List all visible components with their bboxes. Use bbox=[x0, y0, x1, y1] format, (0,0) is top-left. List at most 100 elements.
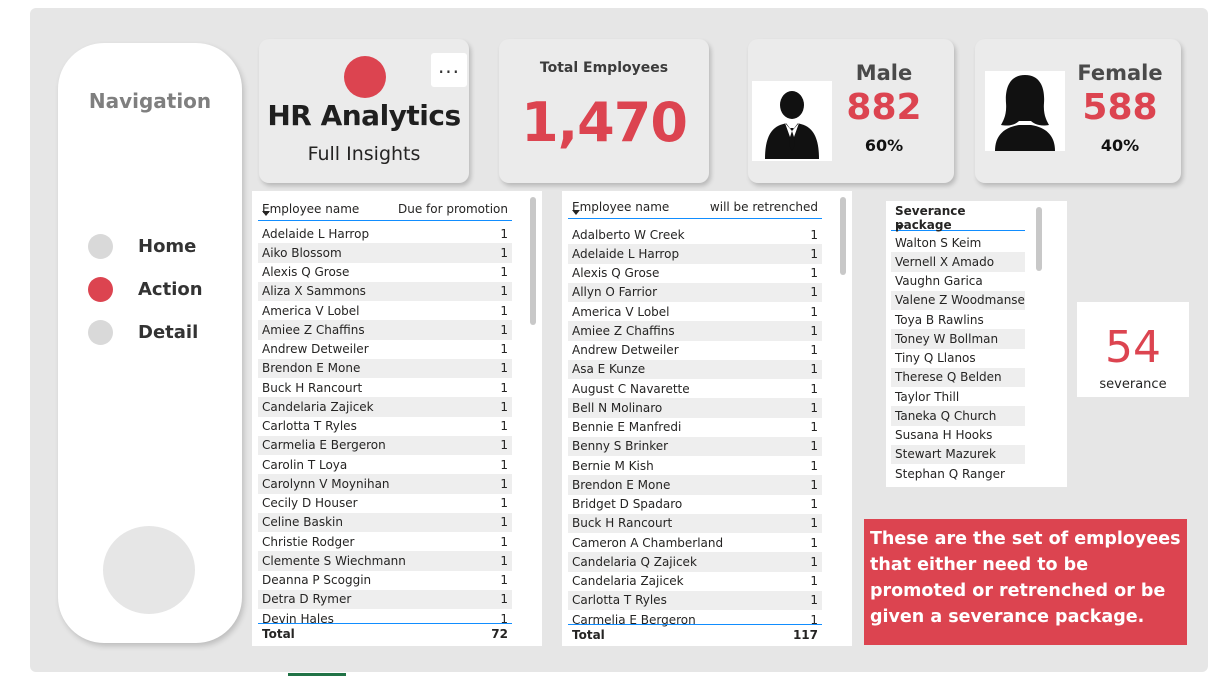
column-header-will-be-retrenched[interactable]: will be retrenched bbox=[710, 200, 818, 214]
male-count: 882 bbox=[846, 87, 922, 128]
list-item[interactable]: Therese Q Belden bbox=[891, 367, 1025, 387]
value-cell: 1 bbox=[500, 496, 508, 511]
table-row[interactable]: America V Lobel 1 bbox=[258, 301, 512, 320]
employee-name-cell: Christie Rodger bbox=[262, 534, 355, 549]
column-header-employee-name[interactable]: Employee name bbox=[572, 200, 669, 214]
column-header-due-for-promotion[interactable]: Due for promotion bbox=[398, 202, 508, 216]
table-row[interactable]: Christie Rodger 1 bbox=[258, 532, 512, 551]
table-row[interactable]: Asa E Kunze 1 bbox=[568, 359, 822, 379]
table-row[interactable]: Amiee Z Chaffins 1 bbox=[258, 320, 512, 340]
value-cell: 1 bbox=[500, 361, 508, 376]
table-row[interactable]: Allyn O Farrior 1 bbox=[568, 282, 822, 302]
table-row[interactable]: Cameron A Chamberland 1 bbox=[568, 533, 822, 552]
table-row[interactable]: America V Lobel 1 bbox=[568, 302, 822, 321]
table-row[interactable]: Andrew Detweiler 1 bbox=[258, 340, 512, 359]
table-row[interactable]: Brendon E Mone 1 bbox=[568, 475, 822, 495]
table-row[interactable]: Alexis Q Grose 1 bbox=[568, 264, 822, 283]
employee-name-cell: Aiko Blossom bbox=[262, 245, 342, 260]
sort-descending-icon[interactable] bbox=[572, 210, 580, 215]
table-row[interactable]: Bridget D Spadaro 1 bbox=[568, 495, 822, 514]
table-row[interactable]: Detra D Rymer 1 bbox=[258, 589, 512, 609]
severance-list-scrollbar[interactable] bbox=[1036, 207, 1042, 271]
table-row[interactable]: Buck H Rancourt 1 bbox=[258, 378, 512, 397]
column-header-employee-name[interactable]: Employee name bbox=[262, 202, 359, 216]
table-row[interactable]: Deanna P Scoggin 1 bbox=[258, 571, 512, 590]
table-row[interactable]: Celine Baskin 1 bbox=[258, 512, 512, 532]
table-row[interactable]: Carlotta T Ryles 1 bbox=[568, 590, 822, 610]
list-item[interactable]: Vaughn Garica bbox=[891, 272, 1025, 291]
nav-dot-action bbox=[88, 276, 113, 302]
table-row[interactable]: Carmelia E Bergeron 1 bbox=[258, 435, 512, 455]
value-cell: 1 bbox=[810, 285, 818, 300]
value-cell: 1 bbox=[500, 399, 508, 414]
table-row[interactable]: Cecily D Houser 1 bbox=[258, 494, 512, 513]
list-item[interactable]: Taylor Thill bbox=[891, 387, 1025, 406]
table-row[interactable]: Benny S Brinker 1 bbox=[568, 436, 822, 456]
employee-name-cell: Stephan Q Ranger bbox=[895, 466, 1005, 481]
value-cell: 1 bbox=[500, 245, 508, 260]
table-row[interactable]: Bernie M Kish 1 bbox=[568, 456, 822, 475]
employee-name-cell: Celine Baskin bbox=[262, 515, 343, 530]
employee-name-cell: Amiee Z Chaffins bbox=[262, 322, 365, 337]
table-row[interactable]: Clemente S Wiechmann 1 bbox=[258, 551, 512, 571]
sort-descending-icon[interactable] bbox=[896, 225, 904, 230]
table-row[interactable]: Amiee Z Chaffins 1 bbox=[568, 321, 822, 341]
nav-label-action: Action bbox=[138, 278, 203, 300]
nav-circle-button[interactable] bbox=[103, 526, 195, 614]
table-row[interactable]: Carolin T Loya 1 bbox=[258, 455, 512, 474]
table-row[interactable]: Bell N Molinaro 1 bbox=[568, 398, 822, 418]
table-row[interactable]: Candelaria Zajicek 1 bbox=[258, 397, 512, 417]
employee-name-cell: Carmelia E Bergeron bbox=[262, 438, 386, 453]
table-row[interactable]: Adelaide L Harrop 1 bbox=[568, 244, 822, 264]
list-item[interactable]: Walton S Keim bbox=[891, 233, 1025, 252]
table-row[interactable]: Aliza X Sammons 1 bbox=[258, 281, 512, 301]
column-header-severance-package[interactable]: Severance package bbox=[895, 204, 1021, 232]
sort-descending-icon[interactable] bbox=[262, 211, 270, 216]
nav-item-detail[interactable]: Detail bbox=[88, 317, 198, 347]
table-row[interactable]: Carlotta T Ryles 1 bbox=[258, 417, 512, 436]
retrench-table: Employee name will be retrenched Adalber… bbox=[562, 191, 852, 646]
list-item[interactable]: Stephan Q Ranger bbox=[891, 464, 1025, 483]
employee-name-cell: Vernell X Amado bbox=[895, 254, 995, 269]
list-item[interactable]: Stewart Mazurek bbox=[891, 444, 1025, 464]
table-row[interactable]: Aiko Blossom 1 bbox=[258, 243, 512, 263]
promotion-table-scrollbar[interactable] bbox=[530, 197, 536, 325]
list-item[interactable]: Tiny Q Llanos bbox=[891, 349, 1025, 368]
retrench-table-scrollbar[interactable] bbox=[840, 197, 846, 275]
employee-name-cell: Deanna P Scoggin bbox=[262, 573, 372, 588]
female-card: Female 588 40% bbox=[975, 39, 1181, 183]
value-cell: 1 bbox=[810, 343, 818, 358]
more-options-button[interactable]: ... bbox=[431, 53, 467, 87]
table-row[interactable]: Candelaria Q Zajicek 1 bbox=[568, 552, 822, 572]
retrench-total-value: 117 bbox=[792, 627, 818, 642]
nav-item-action[interactable]: Action bbox=[88, 274, 203, 304]
employee-name-cell: Candelaria Q Zajicek bbox=[572, 554, 697, 569]
female-count: 588 bbox=[1082, 87, 1158, 128]
list-item[interactable]: Valene Z Woodmansee bbox=[891, 290, 1025, 310]
table-row[interactable]: Adalberto W Creek 1 bbox=[568, 225, 822, 244]
table-row[interactable]: Brendon E Mone 1 bbox=[258, 358, 512, 378]
table-row[interactable]: Candelaria Zajicek 1 bbox=[568, 572, 822, 591]
value-cell: 1 bbox=[810, 554, 818, 569]
severance-count-value: 54 bbox=[1105, 322, 1161, 373]
list-item[interactable]: Vernell X Amado bbox=[891, 252, 1025, 272]
table-row[interactable]: Carolynn V Moynihan 1 bbox=[258, 474, 512, 494]
list-item[interactable]: Toya B Rawlins bbox=[891, 310, 1025, 329]
employee-name-cell: Carolynn V Moynihan bbox=[262, 476, 390, 491]
list-item[interactable]: Toney W Bollman bbox=[891, 329, 1025, 349]
table-row[interactable]: Adelaide L Harrop 1 bbox=[258, 224, 512, 243]
report-subtitle: Full Insights bbox=[307, 143, 421, 165]
employee-name-cell: Carlotta T Ryles bbox=[262, 419, 357, 434]
table-row[interactable]: August C Navarette 1 bbox=[568, 379, 822, 398]
list-item[interactable]: Susana H Hooks bbox=[891, 426, 1025, 445]
nav-label-detail: Detail bbox=[138, 321, 199, 343]
table-row[interactable]: Bennie E Manfredi 1 bbox=[568, 418, 822, 437]
value-cell: 1 bbox=[810, 497, 818, 512]
table-row[interactable]: Buck H Rancourt 1 bbox=[568, 513, 822, 533]
employee-name-cell: Tiny Q Llanos bbox=[895, 351, 976, 366]
table-row[interactable]: Alexis Q Grose 1 bbox=[258, 263, 512, 282]
nav-item-home[interactable]: Home bbox=[88, 231, 196, 261]
list-item[interactable]: Taneka Q Church bbox=[891, 406, 1025, 426]
table-row[interactable]: Andrew Detweiler 1 bbox=[568, 341, 822, 360]
employee-name-cell: Candelaria Zajicek bbox=[572, 574, 684, 589]
